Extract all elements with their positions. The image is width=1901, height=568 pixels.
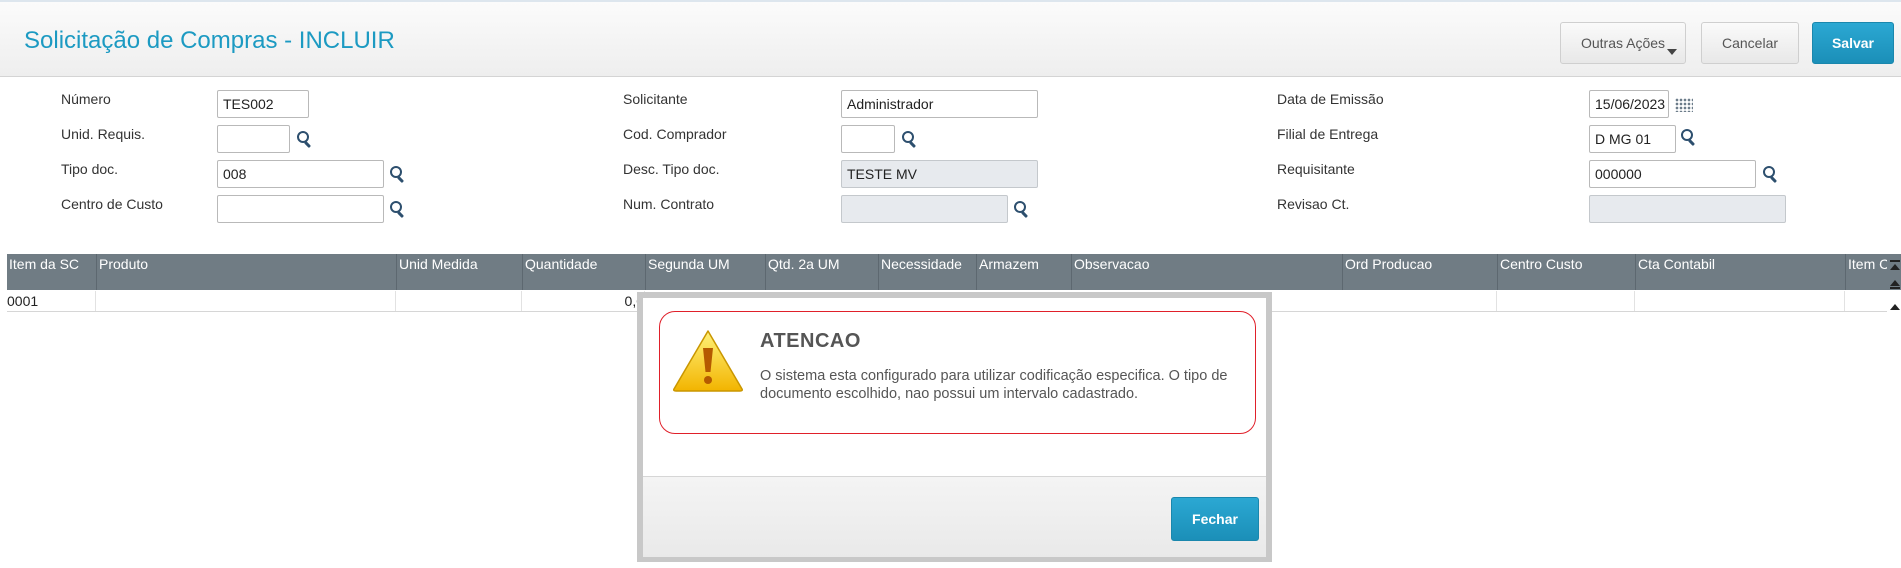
calendar-icon[interactable] [1675,98,1693,112]
cta-contabil-cell[interactable] [1635,291,1845,311]
other-actions-label: Outras Ações [1580,35,1666,51]
revisao-ct-field [1589,195,1786,223]
numero-field[interactable]: TES002 [217,90,309,118]
requisitante-field[interactable]: 000000 [1589,160,1756,188]
column-header[interactable]: Ord Producao [1342,254,1497,290]
column-header[interactable]: Segunda UM [645,254,765,290]
cancel-button[interactable]: Cancelar [1701,22,1799,64]
unid-requis-label: Unid. Requis. [61,126,146,142]
scroll-up-icon[interactable] [1890,287,1900,289]
data-emissao-field[interactable]: 15/06/2023 [1589,90,1669,118]
cod-comprador-label: Cod. Comprador [623,126,727,142]
numero-label: Número [61,91,111,107]
solicitante-field[interactable]: Administrador [841,90,1038,118]
dialog-footer: Fechar [643,476,1266,557]
item-cell[interactable]: 0001 [7,291,96,311]
data-emissao-label: Data de Emissão [1277,91,1384,107]
centro-custo-label: Centro de Custo [61,196,163,212]
scroll-up-icon[interactable] [1890,304,1900,310]
tipo-doc-label: Tipo doc. [61,161,119,177]
search-icon[interactable] [390,166,404,182]
top-bar: Solicitação de Compras - INCLUIR Outras … [0,0,1901,77]
search-icon[interactable] [297,131,311,147]
alert-message: O sistema esta configurado para utilizar… [760,368,1228,402]
alert-dialog: ATENCAO O sistema esta configurado para … [637,292,1272,562]
revisao-ct-label: Revisao Ct. [1277,196,1350,212]
filial-entrega-label: Filial de Entrega [1277,126,1379,142]
requisitante-label: Requisitante [1277,161,1355,177]
grid-header: Item da SC Produto Unid Medida Quantidad… [7,254,1901,290]
tipo-doc-field[interactable]: 008 [217,160,384,188]
search-icon[interactable] [390,201,404,217]
dropdown-caret-icon [1667,49,1677,55]
column-header[interactable]: Cta Contabil [1635,254,1845,290]
column-header[interactable]: Armazem [976,254,1071,290]
column-header[interactable]: Qtd. 2a UM [765,254,878,290]
column-header[interactable]: Item C [1845,254,1887,290]
unid-requis-field[interactable] [217,125,290,153]
close-button[interactable]: Fechar [1171,497,1259,541]
num-contrato-field [841,195,1008,223]
alert-message-box: ATENCAO O sistema esta configurado para … [659,311,1256,434]
filial-entrega-field[interactable]: D MG 01 [1589,125,1676,153]
other-actions-button[interactable]: Outras Ações [1560,22,1686,64]
num-contrato-label: Num. Contrato [623,196,715,212]
unid-medida-cell[interactable] [396,291,522,311]
desc-tipo-doc-field: TESTE MV [841,160,1038,188]
search-icon[interactable] [1763,166,1777,182]
warning-icon [673,330,743,392]
grid-scrollbar[interactable] [1887,258,1901,318]
column-header[interactable]: Item da SC [7,254,96,290]
column-header[interactable]: Centro Custo [1497,254,1635,290]
column-header[interactable]: Unid Medida [396,254,522,290]
centro-custo-cell[interactable] [1497,291,1635,311]
scroll-up-icon[interactable] [1890,280,1900,286]
scroll-top-icon[interactable] [1890,264,1900,270]
produto-cell[interactable] [96,291,396,311]
page-title: Solicitação de Compras - INCLUIR [24,27,395,54]
desc-tipo-doc-label: Desc. Tipo doc. [623,161,720,177]
cod-comprador-field[interactable] [841,125,895,153]
ord-producao-cell[interactable] [1342,291,1497,311]
centro-custo-field[interactable] [217,195,384,223]
column-header[interactable]: Necessidade [878,254,976,290]
scroll-top-icon[interactable] [1890,260,1900,262]
column-header[interactable]: Quantidade [522,254,645,290]
column-header[interactable]: Observacao [1071,254,1342,290]
solicitante-label: Solicitante [623,91,688,107]
search-icon[interactable] [1014,201,1028,217]
column-header[interactable]: Produto [96,254,396,290]
quantidade-cell[interactable]: 0,0 [522,291,645,311]
search-icon[interactable] [1681,129,1695,145]
save-button[interactable]: Salvar [1812,22,1894,64]
search-icon[interactable] [902,131,916,147]
alert-title: ATENCAO [760,330,861,352]
